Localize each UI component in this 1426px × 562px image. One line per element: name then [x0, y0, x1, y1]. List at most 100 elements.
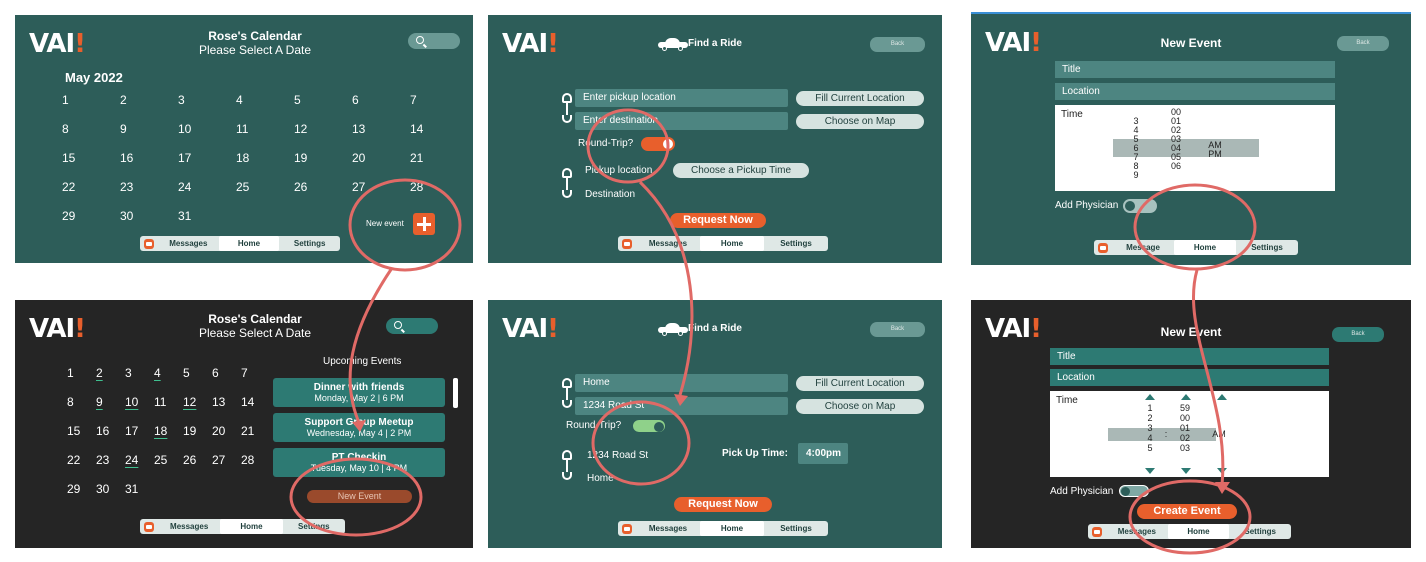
calendar-day[interactable]: 10: [178, 122, 236, 136]
hour-option[interactable]: 5: [1143, 443, 1157, 453]
calendar-day[interactable]: 10: [125, 395, 138, 409]
calendar-day[interactable]: 20: [352, 151, 410, 165]
hour-option[interactable]: 4: [1143, 433, 1157, 443]
hour-option[interactable]: 3: [1143, 423, 1157, 433]
tab-home[interactable]: Home: [700, 521, 764, 536]
location-field[interactable]: Location: [1050, 369, 1329, 386]
back-button[interactable]: Back: [1332, 327, 1384, 342]
tab-home[interactable]: Home: [1167, 524, 1230, 539]
calendar-day[interactable]: 5: [294, 93, 352, 107]
calendar-day[interactable]: 7: [241, 366, 248, 380]
fill-current-location-button[interactable]: Fill Current Location: [796, 91, 924, 106]
round-trip-toggle[interactable]: [632, 419, 666, 433]
tab-settings[interactable]: Settings: [764, 236, 828, 251]
calendar-day[interactable]: 9: [96, 395, 103, 409]
calendar-day[interactable]: 22: [62, 180, 120, 194]
pm-option[interactable]: PM: [1205, 150, 1225, 159]
calendar-day[interactable]: 22: [67, 453, 80, 467]
calendar-day[interactable]: 4: [154, 366, 161, 380]
destination-input[interactable]: Enter destination: [575, 112, 788, 130]
tab-messages[interactable]: Messages: [636, 521, 700, 536]
add-physician-toggle[interactable]: [1119, 485, 1149, 497]
calendar-day[interactable]: 17: [178, 151, 236, 165]
search-input[interactable]: [386, 318, 438, 334]
calendar-day[interactable]: 26: [294, 180, 352, 194]
calendar-day[interactable]: 9: [120, 122, 178, 136]
minute-option[interactable]: 00: [1176, 413, 1194, 423]
hour-column[interactable]: 3456789: [1129, 117, 1143, 180]
minute-option[interactable]: 59: [1176, 403, 1194, 413]
request-now-button[interactable]: Request Now: [670, 213, 766, 228]
time-picker[interactable]: Time 3456789 00 01 02 03 04 05 06 AM PM: [1055, 105, 1335, 191]
ampm-up-arrow[interactable]: [1217, 394, 1227, 400]
calendar-day[interactable]: 24: [125, 453, 138, 467]
hour-down-arrow[interactable]: [1145, 468, 1155, 474]
round-trip-toggle[interactable]: [641, 137, 675, 151]
back-button[interactable]: Back: [870, 322, 925, 337]
calendar-day[interactable]: 29: [62, 209, 120, 223]
tab-home[interactable]: Home: [218, 236, 280, 251]
pickup-time-value[interactable]: 4:00pm: [798, 443, 848, 464]
calendar-day[interactable]: 8: [62, 122, 120, 136]
request-now-button[interactable]: Request Now: [674, 497, 772, 512]
pickup-input[interactable]: Enter pickup location: [575, 89, 788, 107]
calendar-day[interactable]: 29: [67, 482, 80, 496]
hour-option[interactable]: 2: [1143, 413, 1157, 423]
ampm-down-arrow[interactable]: [1217, 468, 1227, 474]
calendar-day[interactable]: 30: [96, 482, 109, 496]
calendar-day[interactable]: 8: [67, 395, 74, 409]
calendar-day[interactable]: 5: [183, 366, 190, 380]
calendar-day[interactable]: 14: [410, 122, 468, 136]
tab-settings[interactable]: Settings: [1236, 240, 1298, 255]
calendar-day[interactable]: 12: [294, 122, 352, 136]
minute-up-arrow[interactable]: [1181, 394, 1191, 400]
calendar-day[interactable]: 28: [410, 180, 468, 194]
calendar-day[interactable]: 13: [352, 122, 410, 136]
calendar-day[interactable]: 6: [212, 366, 219, 380]
destination-input[interactable]: 1234 Road St: [575, 397, 788, 415]
search-input[interactable]: [408, 33, 460, 49]
calendar-day[interactable]: 19: [294, 151, 352, 165]
calendar-day[interactable]: 31: [125, 482, 138, 496]
add-physician-toggle[interactable]: [1123, 199, 1157, 213]
create-event-button[interactable]: Create Event: [1137, 504, 1237, 519]
minute-column[interactable]: 59 00 01 02 03: [1176, 403, 1194, 453]
event-card[interactable]: Support Group Meetup Wednesday, May 4 | …: [273, 413, 445, 442]
minute-option[interactable]: 03: [1176, 443, 1194, 453]
tab-settings[interactable]: Settings: [764, 521, 828, 536]
hour-column[interactable]: 12345: [1143, 403, 1157, 453]
calendar-day[interactable]: 1: [67, 366, 74, 380]
calendar-day[interactable]: 15: [67, 424, 80, 438]
calendar-day[interactable]: 7: [410, 93, 468, 107]
choose-on-map-button[interactable]: Choose on Map: [796, 399, 924, 414]
calendar-day[interactable]: 11: [154, 395, 166, 409]
calendar-day[interactable]: 18: [154, 424, 167, 438]
calendar-day[interactable]: 20: [212, 424, 225, 438]
new-event-button[interactable]: New Event: [307, 490, 412, 503]
tab-home[interactable]: Home: [1174, 240, 1236, 255]
back-button[interactable]: Back: [1337, 36, 1389, 51]
calendar-day[interactable]: 12: [183, 395, 196, 409]
title-field[interactable]: Title: [1050, 348, 1329, 365]
tab-messages[interactable]: Messages: [158, 236, 219, 251]
tab-home[interactable]: Home: [220, 519, 283, 534]
calendar-day[interactable]: 25: [236, 180, 294, 194]
calendar-day[interactable]: 23: [96, 453, 109, 467]
calendar-day[interactable]: 15: [62, 151, 120, 165]
title-field[interactable]: Title: [1055, 61, 1335, 78]
calendar-day[interactable]: 2: [96, 366, 103, 380]
pickup-input[interactable]: Home: [575, 374, 788, 392]
calendar-day[interactable]: 25: [154, 453, 167, 467]
add-event-button[interactable]: [413, 213, 435, 235]
calendar-day[interactable]: 6: [352, 93, 410, 107]
back-button[interactable]: Back: [870, 37, 925, 52]
tab-messages[interactable]: Messages: [636, 236, 700, 251]
time-picker[interactable]: Time 12345 : 59 00 01 02 03 AM: [1050, 391, 1329, 477]
calendar-day[interactable]: 30: [120, 209, 178, 223]
calendar-day[interactable]: 26: [183, 453, 196, 467]
calendar-day[interactable]: 21: [410, 151, 468, 165]
tab-settings[interactable]: Settings: [283, 519, 345, 534]
calendar-day[interactable]: 13: [212, 395, 225, 409]
location-field[interactable]: Location: [1055, 83, 1335, 100]
tab-messages[interactable]: Messages: [1106, 524, 1168, 539]
